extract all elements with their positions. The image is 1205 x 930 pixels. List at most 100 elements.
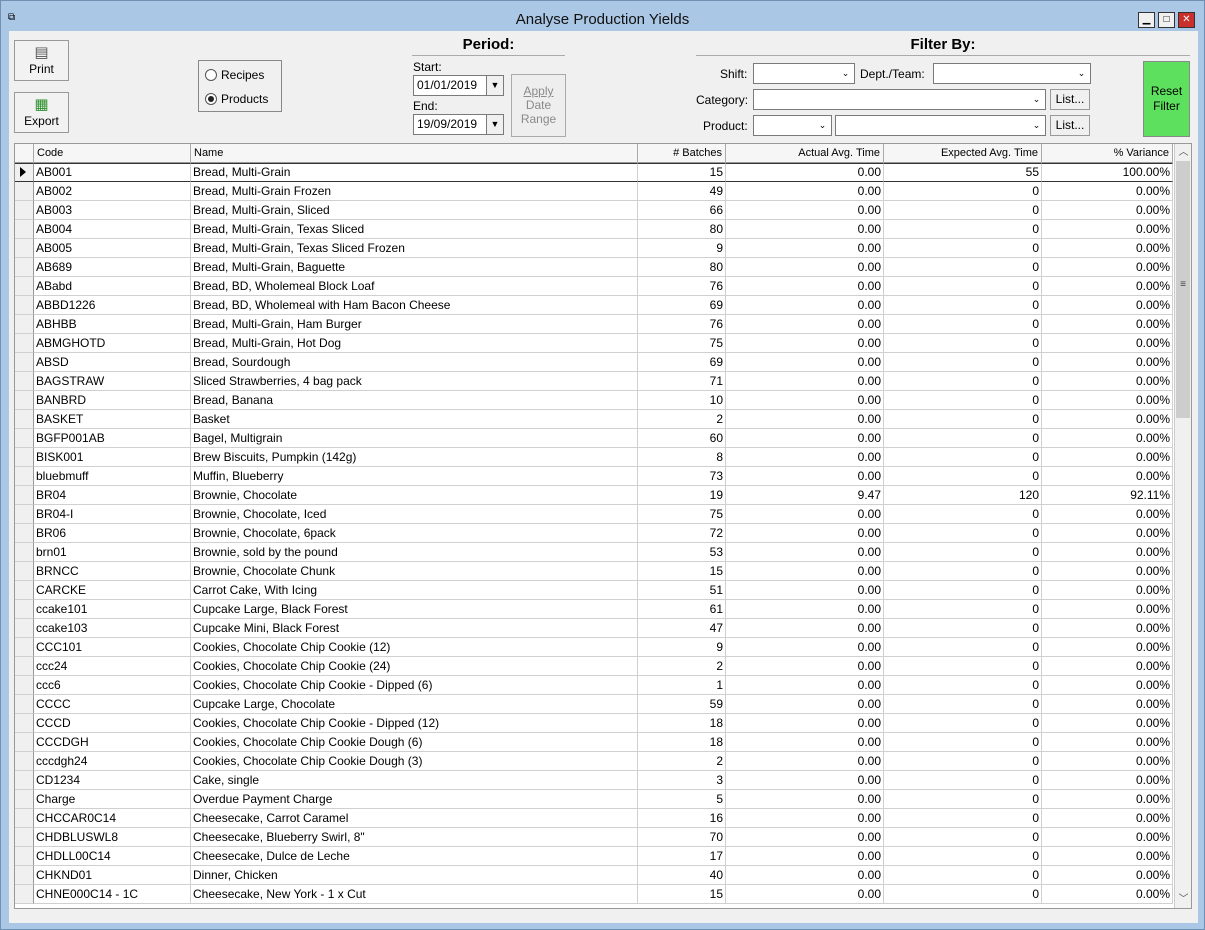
table-row[interactable]: CD1234 Cake, single 3 0.00 0 0.00% (15, 771, 1173, 790)
cell-code[interactable]: BAGSTRAW (34, 372, 191, 391)
cell-name[interactable]: Bagel, Multigrain (191, 429, 638, 448)
cell-actual-avg-time[interactable]: 0.00 (726, 239, 884, 258)
row-indicator[interactable] (15, 657, 34, 676)
cell-actual-avg-time[interactable]: 0.00 (726, 201, 884, 220)
cell-name[interactable]: Cookies, Chocolate Chip Cookie Dough (3) (191, 752, 638, 771)
row-indicator[interactable] (15, 448, 34, 467)
cell-variance[interactable]: 92.11% (1042, 486, 1173, 505)
row-indicator[interactable] (15, 828, 34, 847)
cell-batches[interactable]: 71 (638, 372, 726, 391)
cell-actual-avg-time[interactable]: 0.00 (726, 467, 884, 486)
cell-variance[interactable]: 0.00% (1042, 638, 1173, 657)
cell-actual-avg-time[interactable]: 0.00 (726, 220, 884, 239)
cell-code[interactable]: Charge (34, 790, 191, 809)
cell-name[interactable]: Brownie, Chocolate (191, 486, 638, 505)
table-row[interactable]: CHNE000C14 - 1C Cheesecake, New York - 1 … (15, 885, 1173, 904)
table-row[interactable]: ABMGHOTD Bread, Multi-Grain, Hot Dog 75 0.0… (15, 334, 1173, 353)
table-row[interactable]: ABHBB Bread, Multi-Grain, Ham Burger 76 0.0… (15, 315, 1173, 334)
column-header-variance[interactable]: % Variance (1042, 144, 1173, 163)
cell-name[interactable]: Brownie, Chocolate Chunk (191, 562, 638, 581)
table-row[interactable]: AB001 Bread, Multi-Grain 15 0.00 55 100.00% (15, 163, 1173, 182)
row-indicator[interactable] (15, 296, 34, 315)
cell-actual-avg-time[interactable]: 0.00 (726, 505, 884, 524)
cell-batches[interactable]: 80 (638, 258, 726, 277)
cell-name[interactable]: Cupcake Large, Black Forest (191, 600, 638, 619)
cell-variance[interactable]: 0.00% (1042, 391, 1173, 410)
column-header-code[interactable]: Code (34, 144, 191, 163)
table-row[interactable]: ccc24 Cookies, Chocolate Chip Cookie (24)… (15, 657, 1173, 676)
table-row[interactable]: BASKET Basket 2 0.00 0 0.00% (15, 410, 1173, 429)
table-row[interactable]: CARCKE Carrot Cake, With Icing 51 0.00 0 0.00… (15, 581, 1173, 600)
cell-batches[interactable]: 59 (638, 695, 726, 714)
table-row[interactable]: cccdgh24 Cookies, Chocolate Chip Cookie D… (15, 752, 1173, 771)
cell-actual-avg-time[interactable]: 0.00 (726, 790, 884, 809)
column-header-batches[interactable]: # Batches (638, 144, 726, 163)
cell-name[interactable]: Bread, Multi-Grain, Hot Dog (191, 334, 638, 353)
row-indicator[interactable] (15, 315, 34, 334)
results-grid[interactable]: Code Name # Batches Actual Avg. Time Exp… (14, 143, 1192, 909)
cell-variance[interactable]: 0.00% (1042, 809, 1173, 828)
cell-batches[interactable]: 9 (638, 239, 726, 258)
cell-batches[interactable]: 5 (638, 790, 726, 809)
cell-actual-avg-time[interactable]: 0.00 (726, 771, 884, 790)
cell-name[interactable]: Bread, Multi-Grain Frozen (191, 182, 638, 201)
cell-batches[interactable]: 15 (638, 163, 726, 182)
cell-code[interactable]: ccc6 (34, 676, 191, 695)
cell-code[interactable]: BR06 (34, 524, 191, 543)
cell-expected-avg-time[interactable]: 0 (884, 543, 1042, 562)
cell-code[interactable]: ABSD (34, 353, 191, 372)
cell-name[interactable]: Bread, Multi-Grain, Sliced (191, 201, 638, 220)
cell-code[interactable]: AB003 (34, 201, 191, 220)
row-indicator[interactable] (15, 619, 34, 638)
vertical-scrollbar[interactable]: ︿ ≡ ﹀ (1174, 144, 1191, 908)
row-indicator[interactable] (15, 790, 34, 809)
cell-variance[interactable]: 0.00% (1042, 752, 1173, 771)
cell-batches[interactable]: 73 (638, 467, 726, 486)
table-row[interactable]: BR04 Brownie, Chocolate 19 9.47 120 92.11% (15, 486, 1173, 505)
cell-code[interactable]: CHKND01 (34, 866, 191, 885)
cell-code[interactable]: CD1234 (34, 771, 191, 790)
cell-expected-avg-time[interactable]: 0 (884, 334, 1042, 353)
cell-actual-avg-time[interactable]: 0.00 (726, 429, 884, 448)
row-indicator[interactable] (15, 353, 34, 372)
cell-batches[interactable]: 18 (638, 714, 726, 733)
cell-variance[interactable]: 0.00% (1042, 828, 1173, 847)
dept-team-select[interactable]: ⌄ (933, 63, 1091, 84)
table-row[interactable]: brn01 Brownie, sold by the pound 53 0.00 0 0.… (15, 543, 1173, 562)
product-name-select[interactable]: ⌄ (835, 115, 1046, 136)
cell-actual-avg-time[interactable]: 0.00 (726, 391, 884, 410)
cell-code[interactable]: ccc24 (34, 657, 191, 676)
cell-expected-avg-time[interactable]: 0 (884, 505, 1042, 524)
cell-name[interactable]: Bread, BD, Wholemeal with Ham Bacon Chee… (191, 296, 638, 315)
cell-name[interactable]: Bread, Multi-Grain (191, 163, 638, 182)
cell-variance[interactable]: 0.00% (1042, 695, 1173, 714)
cell-code[interactable]: ABBD1226 (34, 296, 191, 315)
cell-batches[interactable]: 75 (638, 334, 726, 353)
cell-expected-avg-time[interactable]: 0 (884, 676, 1042, 695)
cell-code[interactable]: CHDLL00C14 (34, 847, 191, 866)
chevron-down-icon[interactable]: ⌄ (1028, 90, 1045, 109)
table-row[interactable]: CHKND01 Dinner, Chicken 40 0.00 0 0.00% (15, 866, 1173, 885)
table-row[interactable]: BRNCC Brownie, Chocolate Chunk 15 0.00 0 0.00… (15, 562, 1173, 581)
cell-code[interactable]: AB002 (34, 182, 191, 201)
cell-batches[interactable]: 19 (638, 486, 726, 505)
cell-name[interactable]: Brownie, Chocolate, 6pack (191, 524, 638, 543)
cell-name[interactable]: Cheesecake, Dulce de Leche (191, 847, 638, 866)
chevron-down-icon[interactable]: ▼ (486, 115, 503, 134)
cell-code[interactable]: brn01 (34, 543, 191, 562)
cell-variance[interactable]: 0.00% (1042, 372, 1173, 391)
cell-batches[interactable]: 49 (638, 182, 726, 201)
cell-name[interactable]: Cupcake Large, Chocolate (191, 695, 638, 714)
table-row[interactable]: ccake103 Cupcake Mini, Black Forest 47 0.00… (15, 619, 1173, 638)
cell-code[interactable]: CHNE000C14 - 1C (34, 885, 191, 904)
products-radio[interactable]: Products (205, 91, 268, 107)
cell-expected-avg-time[interactable]: 0 (884, 885, 1042, 904)
table-row[interactable]: bluebmuff Muffin, Blueberry 73 0.00 0 0.00% (15, 467, 1173, 486)
cell-expected-avg-time[interactable]: 120 (884, 486, 1042, 505)
cell-name[interactable]: Bread, Multi-Grain, Texas Sliced (191, 220, 638, 239)
row-indicator[interactable] (15, 467, 34, 486)
table-row[interactable]: BGFP001AB Bagel, Multigrain 60 0.00 0 0.00% (15, 429, 1173, 448)
cell-expected-avg-time[interactable]: 0 (884, 847, 1042, 866)
table-row[interactable]: ccake101 Cupcake Large, Black Forest 61 0.0… (15, 600, 1173, 619)
cell-expected-avg-time[interactable]: 0 (884, 524, 1042, 543)
